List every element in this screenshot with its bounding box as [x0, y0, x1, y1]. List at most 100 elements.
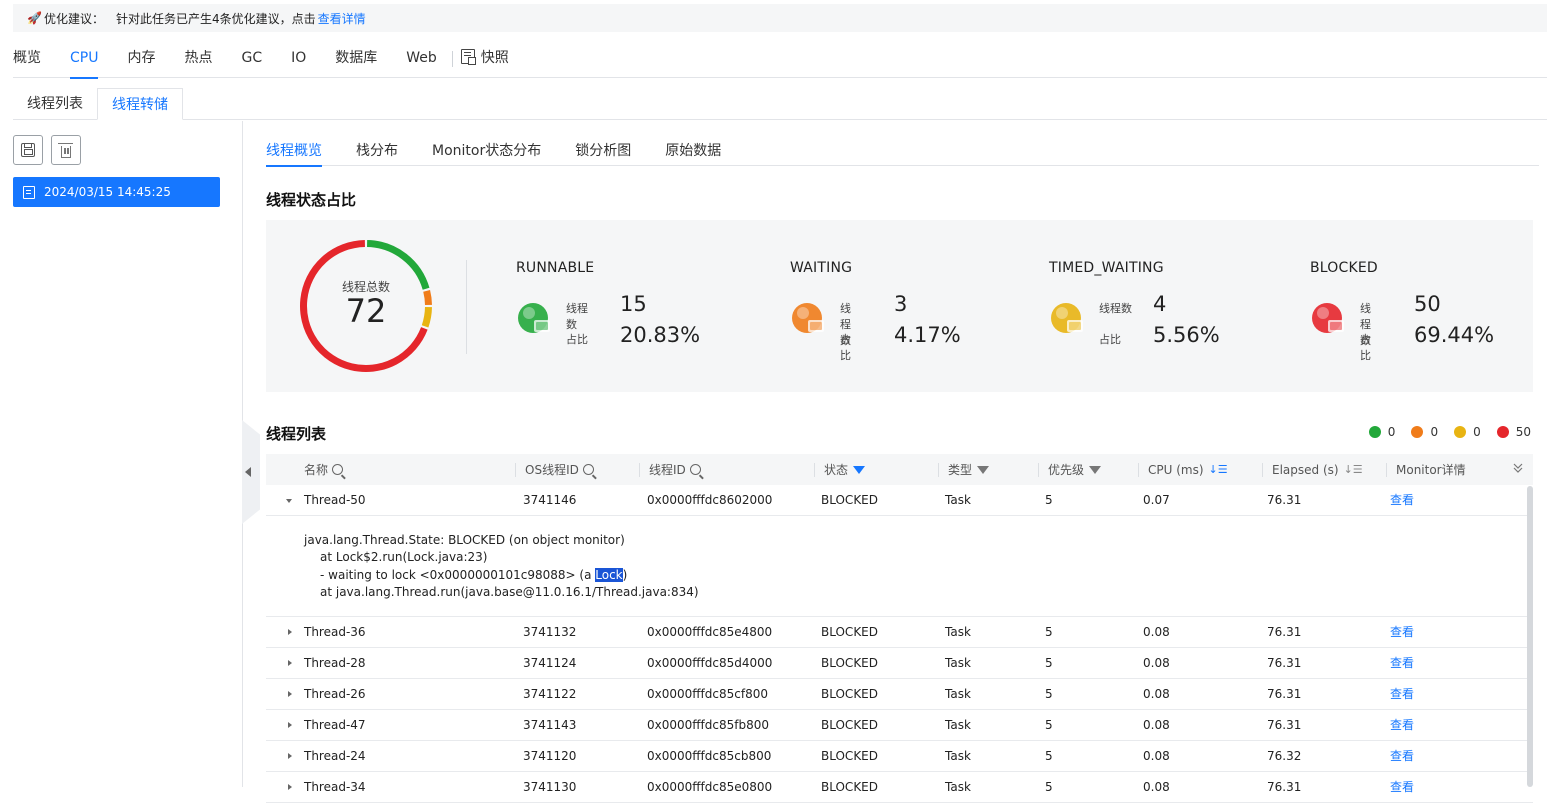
- view-monitor-link[interactable]: 查看: [1390, 493, 1414, 507]
- expand-right-icon[interactable]: [288, 753, 292, 759]
- sub-tab-0[interactable]: 线程列表: [13, 88, 97, 120]
- cell-state: BLOCKED: [821, 656, 879, 670]
- stat-name: TIMED_WAITING: [1049, 260, 1164, 276]
- expand-right-icon[interactable]: [288, 691, 292, 697]
- state-blocked-icon: [1310, 300, 1350, 340]
- stat-name: BLOCKED: [1310, 260, 1378, 276]
- table-scrollbar[interactable]: [1527, 486, 1533, 787]
- cell-name: Thread-28: [304, 656, 366, 670]
- cell-elapsed: 76.31: [1267, 625, 1302, 639]
- view-monitor-link[interactable]: 查看: [1390, 718, 1414, 732]
- table-row[interactable]: Thread-47 3741143 0x0000fffdc85fb800 BLOCKE…: [266, 710, 1533, 741]
- col-os-id[interactable]: OS线程ID: [515, 454, 594, 485]
- dump-item-selected[interactable]: 2024/03/15 14:45:25: [13, 177, 220, 207]
- expand-right-icon[interactable]: [288, 629, 292, 635]
- col-priority[interactable]: 优先级: [1038, 454, 1102, 485]
- ratio-label: 占比: [840, 333, 851, 362]
- save-button[interactable]: [13, 135, 43, 165]
- expand-down-icon[interactable]: [286, 499, 292, 503]
- search-icon[interactable]: [689, 464, 701, 475]
- stack-line: at java.lang.Thread.run(java.base@11.0.1…: [320, 584, 699, 599]
- legend-item[interactable]: 50: [1496, 425, 1531, 439]
- legend-dot: [1496, 426, 1509, 438]
- count-value: 4: [1153, 292, 1167, 316]
- view-monitor-link[interactable]: 查看: [1390, 780, 1414, 794]
- search-icon[interactable]: [332, 464, 344, 475]
- sort-icon[interactable]: ↓☰: [1344, 463, 1363, 476]
- banner-label: 优化建议：: [43, 11, 104, 26]
- view-monitor-link[interactable]: 查看: [1390, 749, 1414, 763]
- filter-icon[interactable]: [977, 465, 990, 474]
- rocket-icon: 🚀: [27, 11, 42, 25]
- expand-right-icon[interactable]: [288, 660, 292, 666]
- top-tab-5[interactable]: IO: [291, 40, 306, 78]
- cell-cpu: 0.07: [1143, 493, 1170, 507]
- cell-os-id: 3741132: [523, 625, 577, 639]
- view-monitor-link[interactable]: 查看: [1390, 625, 1414, 639]
- top-tab-3[interactable]: 热点: [184, 40, 212, 78]
- search-icon[interactable]: [582, 464, 594, 475]
- analysis-tab-0[interactable]: 线程概览: [266, 136, 322, 167]
- filter-icon[interactable]: [853, 465, 866, 474]
- top-tab-2[interactable]: 内存: [127, 40, 155, 78]
- save-icon: [21, 143, 35, 157]
- legend-value: 0: [1430, 425, 1439, 439]
- cell-elapsed: 76.31: [1267, 780, 1302, 794]
- cell-name: Thread-47: [304, 718, 366, 732]
- stat-name: RUNNABLE: [516, 260, 595, 276]
- table-row[interactable]: Thread-28 3741124 0x0000fffdc85d4000 BLOCKE…: [266, 648, 1533, 679]
- sort-desc-icon[interactable]: ↓☰: [1209, 463, 1228, 476]
- table-row[interactable]: Thread-34 3741130 0x0000fffdc85e0800 BLOCKE…: [266, 772, 1533, 803]
- legend-item[interactable]: 0: [1368, 425, 1395, 439]
- banner-details-link[interactable]: 查看详情: [318, 10, 366, 27]
- col-name[interactable]: 名称: [294, 454, 344, 485]
- chevron-left-icon: [245, 467, 251, 477]
- analysis-tab-2[interactable]: Monitor状态分布: [432, 136, 541, 166]
- double-chevron-down-icon[interactable]: [1513, 463, 1523, 473]
- col-cpu[interactable]: CPU (ms) ↓☰: [1138, 454, 1228, 485]
- cell-thread-id: 0x0000fffdc85fb800: [647, 718, 769, 732]
- cell-thread-id: 0x0000fffdc85e0800: [647, 780, 773, 794]
- view-monitor-link[interactable]: 查看: [1390, 687, 1414, 701]
- legend-item[interactable]: 0: [1454, 425, 1481, 439]
- table-row[interactable]: Thread-50 3741146 0x0000fffdc8602000 BLOCKE…: [266, 485, 1533, 516]
- top-tab-7[interactable]: Web: [406, 40, 437, 78]
- table-row[interactable]: Thread-36 3741132 0x0000fffdc85e4800 BLOCKE…: [266, 617, 1533, 648]
- table-row[interactable]: Thread-24 3741120 0x0000fffdc85cb800 BLOCKE…: [266, 741, 1533, 772]
- col-thread-id[interactable]: 线程ID: [639, 454, 701, 485]
- collapse-panel-handle[interactable]: [242, 420, 260, 524]
- sub-tab-1[interactable]: 线程转储: [97, 88, 183, 120]
- delete-button[interactable]: [51, 135, 81, 165]
- cell-os-id: 3741122: [523, 687, 577, 701]
- legend-item[interactable]: 0: [1411, 425, 1438, 439]
- stack-line: at Lock$2.run(Lock.java:23): [320, 550, 488, 565]
- col-state[interactable]: 状态: [814, 454, 866, 485]
- top-tab-4[interactable]: GC: [241, 40, 262, 78]
- cell-thread-id: 0x0000fffdc85cf800: [647, 687, 768, 701]
- cell-name: Thread-34: [304, 780, 366, 794]
- cell-thread-id: 0x0000fffdc85d4000: [647, 656, 773, 670]
- stat-waiting: WAITING 线程数 占比 3 4.17%: [790, 260, 961, 362]
- top-tab-0[interactable]: 概览: [13, 40, 41, 78]
- table-row[interactable]: Thread-26 3741122 0x0000fffdc85cf800 BLOCKE…: [266, 679, 1533, 710]
- analysis-tab-3[interactable]: 锁分析图: [575, 136, 631, 166]
- col-type[interactable]: 类型: [938, 454, 990, 485]
- cell-type: Task: [945, 687, 971, 701]
- expand-right-icon[interactable]: [288, 722, 292, 728]
- view-monitor-link[interactable]: 查看: [1390, 656, 1414, 670]
- expand-right-icon[interactable]: [288, 784, 292, 790]
- count-value: 3: [894, 292, 908, 316]
- cell-thread-id: 0x0000fffdc85cb800: [647, 749, 772, 763]
- analysis-tab-1[interactable]: 栈分布: [356, 136, 398, 166]
- count-label: 线程数: [566, 302, 588, 331]
- top-tab-6[interactable]: 数据库: [335, 40, 377, 78]
- top-tab-1[interactable]: CPU: [70, 40, 99, 79]
- sub-tabs: 线程列表 线程转储: [13, 88, 1547, 120]
- analysis-tab-4[interactable]: 原始数据: [665, 136, 721, 166]
- top-tab-snapshot[interactable]: 快照: [460, 40, 509, 78]
- count-value: 50: [1414, 292, 1441, 316]
- cell-state: BLOCKED: [821, 687, 879, 701]
- col-elapsed[interactable]: Elapsed (s) ↓☰: [1262, 454, 1363, 485]
- filter-icon[interactable]: [1089, 465, 1102, 474]
- thread-list-title: 线程列表: [266, 425, 327, 443]
